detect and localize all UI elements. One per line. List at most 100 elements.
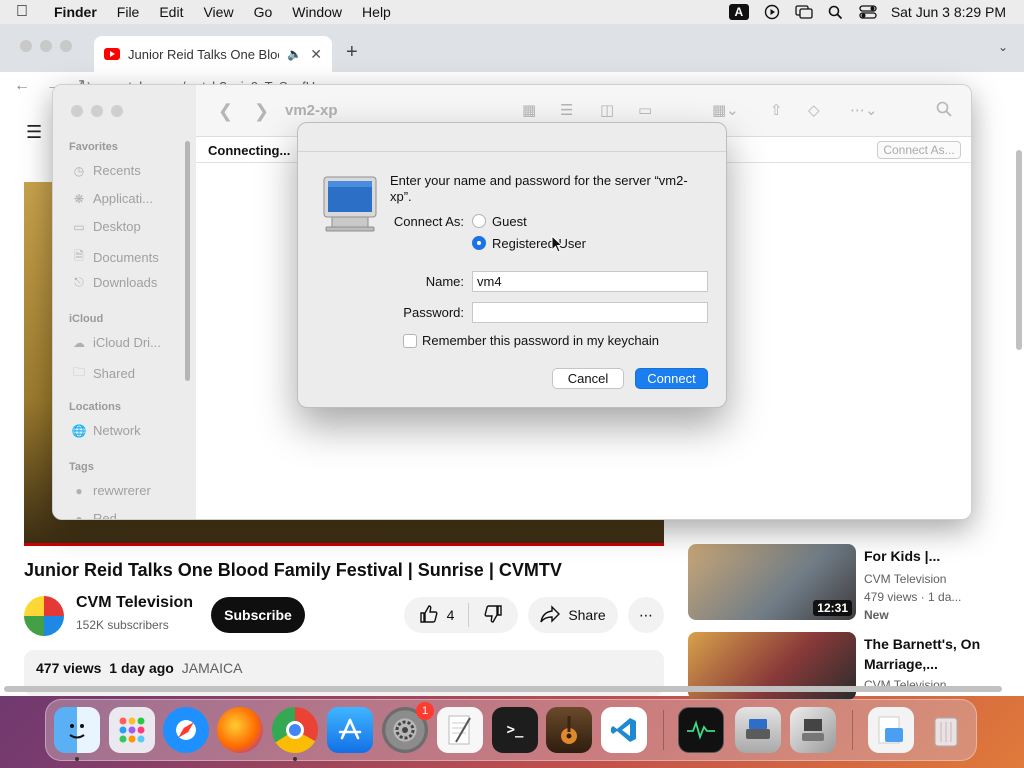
remember-password-checkbox[interactable] <box>403 334 417 348</box>
more-actions-icon[interactable]: ⋯ <box>628 597 664 633</box>
guest-radio[interactable] <box>472 214 486 228</box>
safari-dock-icon[interactable] <box>163 707 209 753</box>
speaker-icon[interactable]: 🔈 <box>287 47 302 61</box>
close-window-button[interactable] <box>71 105 83 117</box>
channel-avatar[interactable] <box>24 596 64 636</box>
close-tab-icon[interactable]: ✕ <box>310 46 322 63</box>
screen-mirroring-icon[interactable] <box>795 4 813 20</box>
menu-edit[interactable]: Edit <box>149 4 193 20</box>
trash-dock-icon[interactable] <box>923 707 969 753</box>
control-center-icon[interactable] <box>859 4 877 20</box>
video-title: Junior Reid Talks One Blood Family Festi… <box>24 560 562 580</box>
search-icon[interactable] <box>936 101 952 121</box>
tag-icon[interactable]: ◇ <box>808 101 820 119</box>
terminal-dock-icon[interactable]: >_ <box>492 707 538 753</box>
subscribe-button[interactable]: Subscribe <box>211 597 305 633</box>
hamburger-menu-icon[interactable]: ☰ <box>26 122 46 143</box>
finder-window-title: vm2-xp <box>285 102 338 119</box>
menu-help[interactable]: Help <box>352 4 401 20</box>
connect-button[interactable]: Connect <box>635 368 708 389</box>
chrome-dock-icon[interactable] <box>272 707 318 753</box>
menu-finder[interactable]: Finder <box>44 4 107 20</box>
related-video-title[interactable]: The Barnett's, On Marriage,... <box>864 634 1014 674</box>
registered-user-radio-label[interactable]: Registered User <box>492 236 586 251</box>
apple-menu-icon[interactable]:  <box>0 3 44 21</box>
clock-icon: ◷ <box>73 163 85 178</box>
menu-clock[interactable]: Sat Jun 3 8:29 PM <box>891 4 1006 20</box>
finder-sidebar: Favorites ◷ Recents ❋ Applicati... ▭ Deskto… <box>53 85 196 520</box>
minimize-window-button[interactable] <box>91 105 103 117</box>
sidebar-item-tag-red[interactable]: ● Red <box>71 511 116 520</box>
sidebar-scrollbar[interactable] <box>185 141 190 381</box>
browser-tab-youtube[interactable]: Junior Reid Talks One Blood 🔈 ✕ <box>94 36 332 72</box>
guest-radio-label[interactable]: Guest <box>492 214 527 229</box>
thumbs-up-icon[interactable] <box>419 604 439 627</box>
sidebar-item-downloads[interactable]: ⎋ Downloads <box>71 275 157 290</box>
sidebar-item-desktop[interactable]: ▭ Desktop <box>71 219 140 234</box>
forward-chevron-icon[interactable]: ❯ <box>254 101 269 122</box>
channel-name[interactable]: CVM Television <box>76 594 193 612</box>
gallery-view-icon[interactable]: ▭ <box>638 101 652 119</box>
menu-view[interactable]: View <box>193 4 243 20</box>
thumbs-down-icon[interactable] <box>483 604 503 627</box>
sidebar-item-icloud-drive[interactable]: ☁ iCloud Dri... <box>71 335 161 350</box>
sidebar-item-network[interactable]: 🌐 Network <box>71 423 141 438</box>
group-by-icon[interactable]: ▦⌄ <box>712 101 739 119</box>
column-view-icon[interactable]: ◫ <box>600 101 614 119</box>
zoom-window-button[interactable] <box>111 105 123 117</box>
garageband-dock-icon[interactable] <box>546 707 592 753</box>
name-field[interactable] <box>472 271 708 292</box>
downloads-stack-dock-icon[interactable] <box>868 707 914 753</box>
share-button[interactable]: Share <box>528 597 618 633</box>
chevron-down-icon[interactable]: ⌄ <box>998 40 1008 54</box>
sidebar-item-label: Downloads <box>93 275 158 290</box>
firefox-dock-icon[interactable] <box>217 707 263 753</box>
sidebar-item-label: rewwrerer <box>93 483 151 498</box>
new-tab-button[interactable]: + <box>346 41 358 64</box>
menu-file[interactable]: File <box>107 4 150 20</box>
connect-as-button[interactable]: Connect As... <box>877 141 961 159</box>
zoom-window-button[interactable] <box>60 40 72 52</box>
more-actions-icon[interactable]: ⋯⌄ <box>850 101 878 119</box>
minimize-window-button[interactable] <box>40 40 52 52</box>
share-icon <box>540 604 561 626</box>
activity-monitor-dock-icon[interactable] <box>678 707 724 753</box>
password-field[interactable] <box>472 302 708 323</box>
share-icon[interactable]: ⇧ <box>770 101 783 119</box>
back-arrow-icon[interactable]: ← <box>14 77 30 95</box>
remember-password-label[interactable]: Remember this password in my keychain <box>422 333 659 348</box>
cancel-button[interactable]: Cancel <box>552 368 624 389</box>
icon-view-icon[interactable]: ▦ <box>522 101 536 119</box>
registered-user-radio[interactable] <box>472 236 486 250</box>
related-video-channel[interactable]: CVM Television <box>864 572 946 586</box>
horizontal-scrollbar[interactable] <box>4 686 1002 692</box>
sidebar-item-shared[interactable]: 🗀 Shared <box>71 363 135 384</box>
boot-camp-dock-icon[interactable] <box>790 707 836 753</box>
video-progress-bar[interactable] <box>24 543 664 546</box>
sidebar-item-documents[interactable]: 🗎 Documents <box>71 247 159 268</box>
launchpad-dock-icon[interactable] <box>109 707 155 753</box>
sidebar-item-recents[interactable]: ◷ Recents <box>71 163 141 178</box>
spotlight-search-icon[interactable] <box>827 4 845 20</box>
input-source-indicator[interactable]: A <box>728 4 749 20</box>
video-location[interactable]: JAMAICA <box>182 660 243 676</box>
like-count[interactable]: 4 <box>447 607 455 623</box>
disk-utility-dock-icon[interactable] <box>735 707 781 753</box>
vertical-scrollbar[interactable] <box>1016 150 1022 350</box>
menu-go[interactable]: Go <box>244 4 283 20</box>
list-view-icon[interactable]: ☰ <box>560 101 573 119</box>
finder-dock-icon[interactable] <box>54 707 100 753</box>
vscode-dock-icon[interactable] <box>601 707 647 753</box>
app-store-dock-icon[interactable] <box>327 707 373 753</box>
sidebar-item-applications[interactable]: ❋ Applicati... <box>71 191 153 206</box>
close-window-button[interactable] <box>20 40 32 52</box>
tag-dot-icon: ● <box>75 511 83 520</box>
play-circle-icon[interactable] <box>763 4 781 20</box>
chrome-window-controls <box>20 40 72 52</box>
related-video-title[interactable]: For Kids |... <box>864 548 1014 564</box>
sidebar-item-tag[interactable]: ● rewwrerer <box>71 483 151 498</box>
back-chevron-icon[interactable]: ❮ <box>218 101 233 122</box>
related-video-thumbnail[interactable]: 12:31 <box>688 544 856 620</box>
textedit-dock-icon[interactable] <box>437 707 483 753</box>
menu-window[interactable]: Window <box>282 4 352 20</box>
